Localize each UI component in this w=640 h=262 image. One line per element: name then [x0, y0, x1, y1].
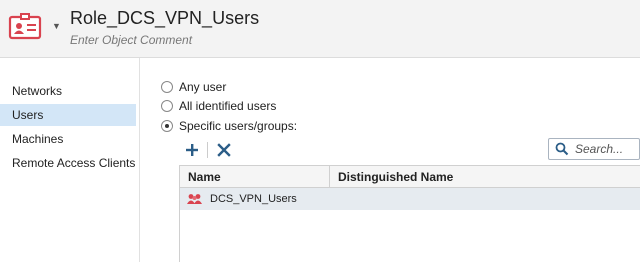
users-panel: Any user All identified users Specific u…: [141, 58, 640, 262]
users-groups-table: Name Distinguished Name DCS_VPN_Users: [179, 165, 640, 262]
role-card-icon: [8, 13, 42, 40]
sidebar-item-networks[interactable]: Networks: [0, 80, 136, 102]
object-header: ▼ Role_DCS_VPN_Users Enter Object Commen…: [0, 0, 640, 58]
specific-users-groups-label: Specific users/groups:: [179, 119, 298, 133]
user-group-icon: [187, 194, 202, 204]
sidebar-item-machines[interactable]: Machines: [0, 128, 136, 150]
search-icon: [555, 142, 569, 156]
search-box[interactable]: [548, 138, 640, 160]
table-header: Name Distinguished Name: [180, 166, 640, 188]
all-identified-users-option[interactable]: All identified users: [161, 98, 276, 114]
any-user-label: Any user: [179, 80, 227, 94]
column-header-name[interactable]: Name: [180, 166, 330, 188]
plus-icon[interactable]: [184, 142, 200, 158]
x-icon[interactable]: [216, 142, 232, 158]
sidebar-item-users[interactable]: Users: [0, 104, 136, 126]
all-identified-users-label: All identified users: [179, 99, 277, 113]
toolbar-divider: [207, 142, 208, 158]
specific-users-groups-radio[interactable]: [161, 120, 173, 132]
row-name-cell: DCS_VPN_Users: [210, 193, 297, 205]
column-header-distinguished-name[interactable]: Distinguished Name: [330, 166, 640, 188]
any-user-radio[interactable]: [161, 81, 173, 93]
all-identified-users-radio[interactable]: [161, 100, 173, 112]
object-type-dropdown[interactable]: ▼: [52, 21, 61, 31]
table-row[interactable]: DCS_VPN_Users: [180, 188, 640, 210]
any-user-option[interactable]: Any user: [161, 79, 226, 95]
sidebar-nav: Networks Users Machines Remote Access Cl…: [0, 58, 140, 262]
object-comment-field[interactable]: Enter Object Comment: [70, 33, 192, 47]
sidebar-item-remote-access-clients[interactable]: Remote Access Clients: [0, 152, 136, 174]
object-title[interactable]: Role_DCS_VPN_Users: [70, 8, 259, 29]
search-input[interactable]: [575, 142, 635, 156]
specific-users-groups-option[interactable]: Specific users/groups:: [161, 118, 297, 134]
